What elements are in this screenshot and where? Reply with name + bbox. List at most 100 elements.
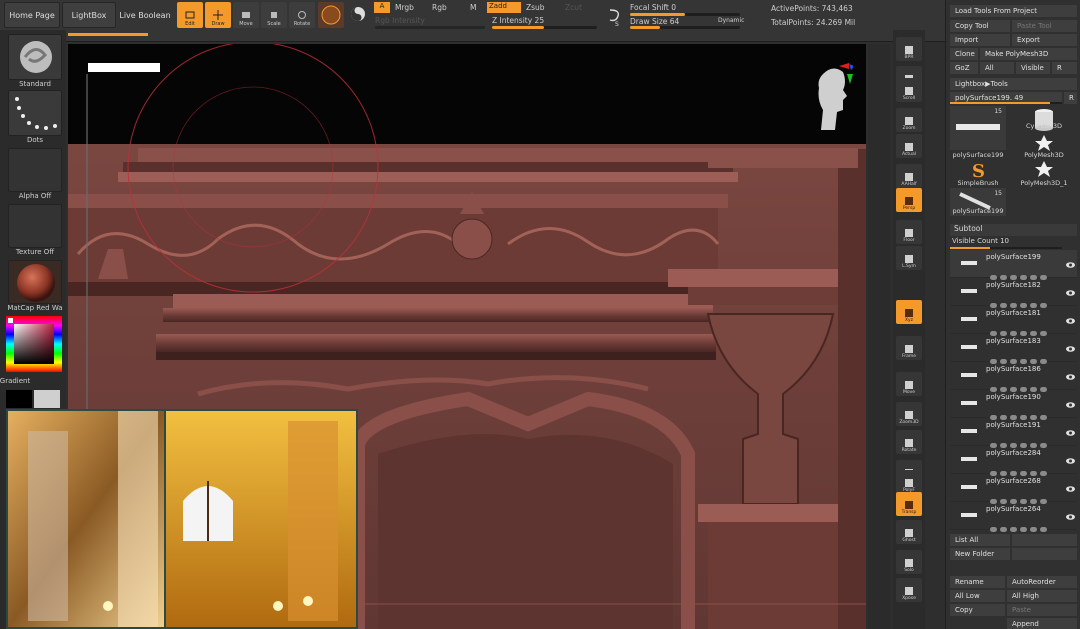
draw-button[interactable]: Draw	[205, 2, 231, 28]
view-button-floor[interactable]: Floor	[896, 220, 922, 244]
view-button-ghost[interactable]: Ghost	[896, 520, 922, 544]
scale-button[interactable]: Scale	[261, 2, 287, 28]
view-button-xpose[interactable]: Xpose	[896, 578, 922, 602]
tool-thumb-4[interactable]	[1012, 134, 1076, 152]
subtool-header[interactable]: Subtool	[950, 224, 1077, 236]
visibility-eye-icon[interactable]	[1066, 309, 1075, 324]
sculpt-mode-icon-button[interactable]: S	[606, 6, 624, 28]
view-button-scroll[interactable]: Scroll	[896, 78, 922, 102]
reference-image-panel[interactable]	[6, 409, 358, 629]
rotate-button[interactable]: Rotate	[289, 2, 315, 28]
copy-subtool-button[interactable]: Copy	[950, 604, 1005, 616]
goz-button[interactable]: GoZ	[950, 62, 978, 74]
main-color-swatch[interactable]	[34, 390, 60, 408]
subtool-toggles[interactable]	[990, 293, 1075, 308]
visibility-eye-icon[interactable]	[1066, 365, 1075, 380]
visibility-eye-icon[interactable]	[1066, 337, 1075, 352]
zsub-button[interactable]: Zsub	[526, 3, 545, 12]
color-picker[interactable]	[6, 316, 62, 372]
subtool-toggles[interactable]	[990, 265, 1075, 280]
append-button[interactable]: Append	[1007, 618, 1077, 629]
zcut-button[interactable]: Zcut	[565, 3, 582, 12]
navigation-head-widget[interactable]	[813, 60, 855, 136]
current-tool-r-button[interactable]: R	[1064, 92, 1077, 104]
subtool-row[interactable]: polySurface191	[950, 418, 1077, 448]
stroke-selector[interactable]	[8, 90, 62, 136]
lightbox-button[interactable]: LightBox	[62, 2, 116, 28]
view-button-zoom[interactable]: Zoom	[896, 108, 922, 132]
subtool-toggles[interactable]	[990, 349, 1075, 364]
visibility-eye-icon[interactable]	[1066, 421, 1075, 436]
subtool-toggles[interactable]	[990, 517, 1075, 532]
subtool-row[interactable]: polySurface190	[950, 390, 1077, 420]
move-button[interactable]: Move	[233, 2, 259, 28]
subtool-toggles[interactable]	[990, 405, 1075, 420]
edit-button[interactable]: Edit	[177, 2, 203, 28]
m-button[interactable]: M	[470, 3, 476, 12]
view-button-actual[interactable]: Actual	[896, 134, 922, 158]
view-button-zoom3d[interactable]: Zoom3D	[896, 402, 922, 426]
subtool-toggles[interactable]	[990, 461, 1075, 476]
tool-thumb-6[interactable]	[1012, 160, 1076, 180]
goz-r-button[interactable]: R	[1052, 62, 1077, 74]
list-all-button[interactable]: List All	[950, 534, 1010, 546]
view-button-solo[interactable]: Solo	[896, 550, 922, 574]
view-button-bpr[interactable]: BPR	[896, 37, 922, 61]
clone-button[interactable]: Clone	[950, 48, 978, 60]
z-intensity-slider[interactable]	[492, 26, 597, 29]
all-low-button[interactable]: All Low	[950, 590, 1005, 602]
view-button-frame[interactable]: Frame	[896, 336, 922, 360]
visibility-eye-icon[interactable]	[1066, 253, 1075, 268]
lightbox-tools-button[interactable]: Lightbox▶Tools	[950, 78, 1077, 90]
visible-count-slider[interactable]	[950, 247, 1062, 249]
copy-tool-button[interactable]: Copy Tool	[950, 20, 1010, 32]
visibility-eye-icon[interactable]	[1066, 281, 1075, 296]
subtool-row[interactable]: polySurface284	[950, 446, 1077, 476]
subtool-row[interactable]: polySurface186	[950, 362, 1077, 392]
texture-selector[interactable]	[8, 204, 62, 248]
subtool-row[interactable]: polySurface268	[950, 474, 1077, 504]
zadd-button[interactable]: Zadd	[487, 2, 521, 13]
load-tools-from-project-button[interactable]: Load Tools From Project	[950, 5, 1077, 17]
visibility-eye-icon[interactable]	[1066, 393, 1075, 408]
subtool-toggles[interactable]	[990, 489, 1075, 504]
live-boolean-button[interactable]: Live Boolean	[118, 2, 172, 28]
a-mode-button[interactable]: A	[374, 2, 390, 13]
texture-toggle[interactable]	[350, 6, 366, 22]
move-arrows-button[interactable]	[1012, 534, 1077, 546]
subtool-toggles[interactable]	[990, 321, 1075, 336]
visibility-eye-icon[interactable]	[1066, 477, 1075, 492]
subtool-row[interactable]: polySurface264	[950, 502, 1077, 532]
new-folder-button[interactable]: New Folder	[950, 548, 1010, 560]
subtool-row[interactable]: polySurface199	[950, 250, 1077, 280]
dynamic-toggle[interactable]: Dynamic	[718, 17, 744, 24]
view-button-rotate[interactable]: Rotate	[896, 430, 922, 454]
autoreorder-button[interactable]: AutoReorder	[1007, 576, 1077, 588]
tool-thumb-5[interactable]: S	[950, 160, 1006, 182]
view-button-move[interactable]: Move	[896, 372, 922, 396]
view-button-polyf[interactable]: PolyF	[896, 470, 922, 494]
draw-size-slider[interactable]	[630, 26, 740, 29]
view-button-l-sym[interactable]: L.Sym	[896, 246, 922, 270]
subtool-row[interactable]: polySurface182	[950, 278, 1077, 308]
visibility-eye-icon[interactable]	[1066, 505, 1075, 520]
visibility-eye-icon[interactable]	[1066, 449, 1075, 464]
secondary-color-swatch[interactable]	[6, 390, 32, 408]
mrgb-button[interactable]: Mrgb	[395, 3, 414, 12]
subtool-row[interactable]: polySurface181	[950, 306, 1077, 336]
focal-shift-slider[interactable]	[630, 13, 740, 16]
subtool-toggles[interactable]	[990, 377, 1075, 392]
folder-arrows-button[interactable]	[1012, 548, 1077, 560]
view-button-xyz[interactable]: Xyz	[896, 300, 922, 324]
alpha-selector[interactable]	[8, 148, 62, 192]
rgb-intensity-slider[interactable]	[375, 26, 485, 29]
view-button-transp[interactable]: Transp	[896, 492, 922, 516]
export-button[interactable]: Export	[1012, 34, 1077, 46]
subtool-row[interactable]: polySurface183	[950, 334, 1077, 364]
import-button[interactable]: Import	[950, 34, 1010, 46]
rgb-button[interactable]: Rgb	[432, 3, 447, 12]
paste-tool-button[interactable]: Paste Tool	[1012, 20, 1077, 32]
subtool-toggles[interactable]	[990, 433, 1075, 448]
rename-button[interactable]: Rename	[950, 576, 1005, 588]
brush-selector[interactable]	[8, 34, 62, 80]
